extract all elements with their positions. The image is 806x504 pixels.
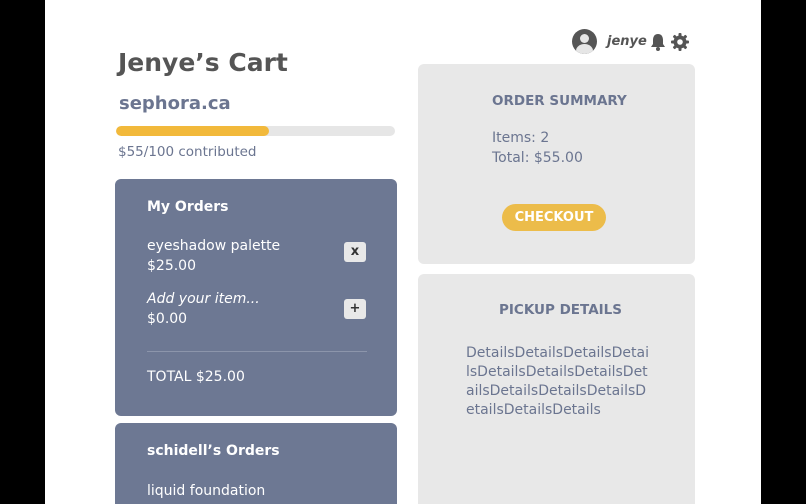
pickup-details-title: PICKUP DETAILS [499,302,622,318]
cart-page: jenye Jenye’s Cart sephora.ca $55/100 co… [45,0,761,504]
progress-fill [116,126,270,136]
remove-item-button[interactable]: x [344,242,366,262]
order-summary-title: ORDER SUMMARY [492,93,627,109]
order-summary-card: ORDER SUMMARY Items: 2 Total: $55.00 CHE… [418,64,695,264]
my-orders-title: My Orders [147,199,229,215]
other-orders-card: schidell’s Orders liquid foundation [115,423,397,504]
add-item-button[interactable]: + [344,299,366,319]
bell-icon[interactable] [648,32,668,52]
store-name[interactable]: sephora.ca [119,93,231,114]
summary-items: Items: 2 [492,130,550,146]
pickup-details-card: PICKUP DETAILS DetailsDetailsDetailsDeta… [418,274,695,504]
order-item-name: eyeshadow palette [147,238,281,254]
username[interactable]: jenye [607,34,647,49]
contribution-text: $55/100 contributed [118,144,257,160]
user-avatar-icon[interactable] [572,29,597,54]
checkout-button[interactable]: CHECKOUT [502,204,606,231]
add-item-price: $0.00 [147,311,188,327]
my-orders-card: My Orders eyeshadow palette $25.00 x Add… [115,179,397,416]
add-item-input[interactable]: Add your item... [147,291,260,307]
pickup-details-text: DetailsDetailsDetailsDetailsDetailsDetai… [466,345,649,418]
user-bar: jenye [572,29,732,55]
my-orders-total: TOTAL $25.00 [147,369,245,385]
cart-title: Jenye’s Cart [118,48,288,77]
gear-icon[interactable] [670,32,690,52]
summary-total: Total: $55.00 [492,150,583,166]
divider [147,351,367,352]
other-orders-title: schidell’s Orders [147,443,280,459]
order-item-price: $25.00 [147,258,196,274]
contribution-progress-bar [116,126,395,136]
order-item-name: liquid foundation [147,483,266,499]
